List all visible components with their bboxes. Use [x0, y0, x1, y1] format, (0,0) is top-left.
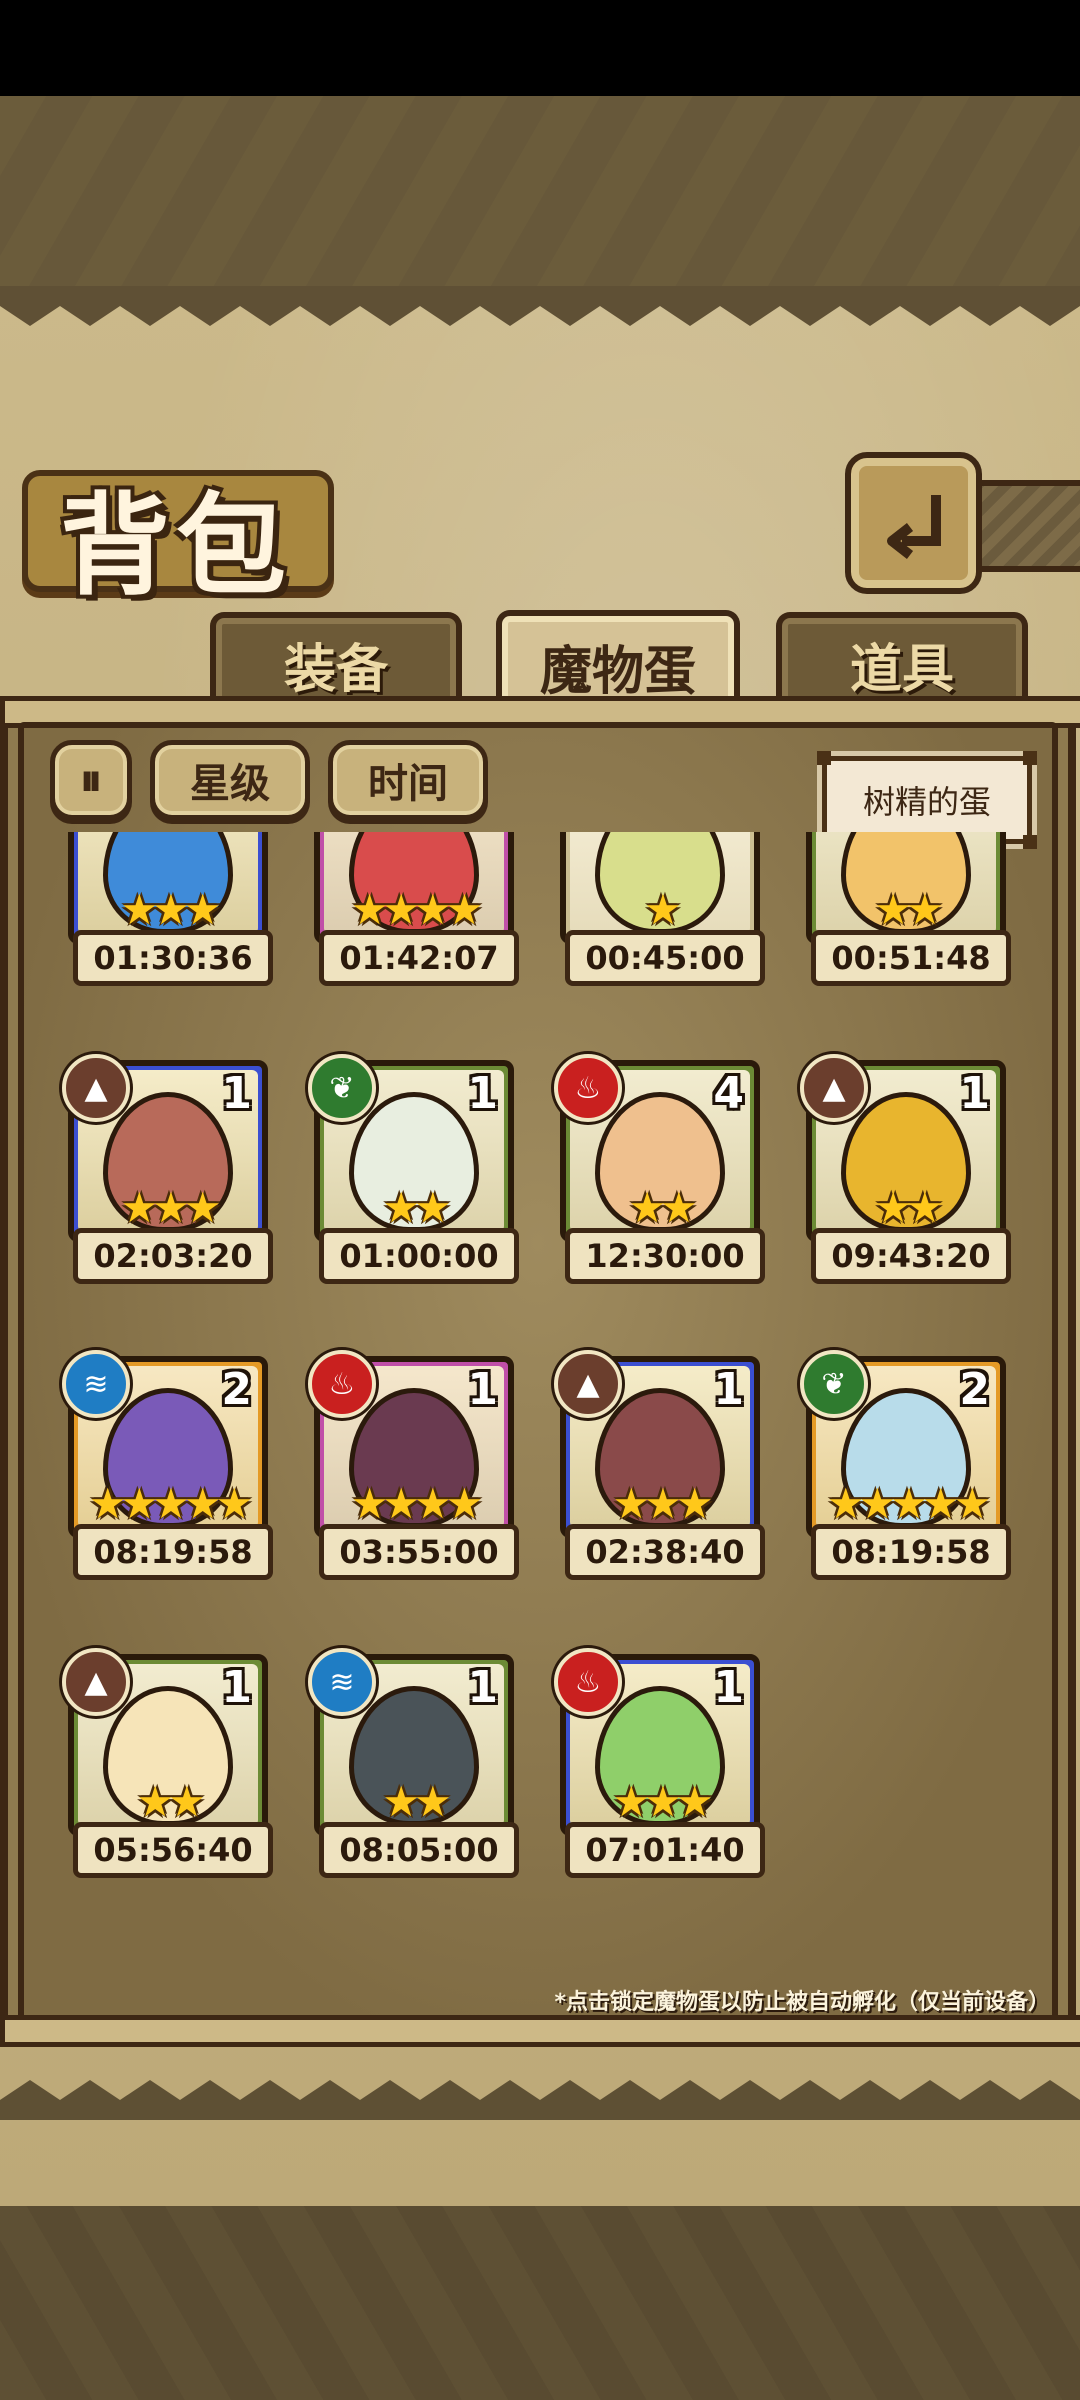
- page-title: 背包: [60, 482, 292, 610]
- egg-grid: 2★★★≋01:30:361★★★★≋01:42:071★❦00:45:001★…: [24, 832, 1044, 2002]
- hatch-timer: 05:56:40: [73, 1822, 273, 1878]
- egg-card[interactable]: 2★★★≋: [68, 832, 268, 944]
- sort-toggle-icon: ⏸: [80, 754, 102, 806]
- egg-card[interactable]: 1★★▲: [806, 832, 1006, 944]
- back-arrow-icon: [886, 495, 941, 559]
- sort-by-star-button[interactable]: 星级: [150, 740, 310, 820]
- wood-element-icon: ❦: [308, 1054, 376, 1122]
- egg-count: 4: [713, 1068, 744, 1119]
- hatch-timer: 01:00:00: [319, 1228, 519, 1284]
- egg-card[interactable]: 4 ★★ ♨: [554, 1054, 760, 1242]
- star-rating: ★★★★: [350, 1479, 484, 1528]
- egg-card[interactable]: 1★★★★≋: [314, 832, 514, 944]
- egg-card[interactable]: 1 ★★ ▲: [62, 1648, 268, 1836]
- egg-count: 1: [713, 1662, 744, 1713]
- star-rating: ★★: [382, 1183, 451, 1232]
- hatch-timer: 08:19:58: [811, 1524, 1011, 1580]
- star-rating: ★★★★★: [88, 1479, 253, 1528]
- earth-element-icon: ▲: [800, 1054, 868, 1122]
- tooltip-corner: [817, 751, 831, 765]
- egg-count: 1: [221, 1662, 252, 1713]
- egg-card[interactable]: 2 ★★★★★ ❦: [800, 1350, 1006, 1538]
- egg-count: 1: [221, 1068, 252, 1119]
- bottom-rail: [0, 2015, 1080, 2047]
- hatch-timer: 12:30:00: [565, 1228, 765, 1284]
- hatch-timer: 01:30:36: [73, 930, 273, 986]
- top-zigzag-edge: [0, 286, 1080, 326]
- star-rating: ★: [644, 885, 682, 934]
- status-bar: [0, 0, 1080, 96]
- hatch-timer: 09:43:20: [811, 1228, 1011, 1284]
- hatch-timer: 00:45:00: [565, 930, 765, 986]
- egg-card[interactable]: 1 ★★★ ▲: [62, 1054, 268, 1242]
- wood-element-icon: ❦: [800, 1350, 868, 1418]
- earth-element-icon: ▲: [62, 1054, 130, 1122]
- egg-count: 1: [467, 1364, 498, 1415]
- top-banner: [0, 96, 1080, 286]
- egg-count: 1: [713, 1364, 744, 1415]
- egg-count: 2: [959, 1364, 990, 1415]
- sort-by-time-button[interactable]: 时间: [328, 740, 488, 820]
- star-rating: ★★★★: [350, 885, 484, 934]
- tooltip-text: 树精的蛋: [862, 783, 991, 821]
- egg-count: 1: [467, 1662, 498, 1713]
- water-element-icon: ≋: [62, 1350, 130, 1418]
- lock-hint-text: *点击锁定魔物蛋以防止被自动孵化（仅当前设备）: [554, 1990, 1050, 2015]
- egg-card[interactable]: 1 ★★★ ▲: [554, 1350, 760, 1538]
- star-rating: ★★: [136, 1777, 205, 1826]
- star-rating: ★★: [382, 1777, 451, 1826]
- egg-card[interactable]: 1 ★★ ❦: [308, 1054, 514, 1242]
- star-rating: ★★: [628, 1183, 697, 1232]
- egg-card[interactable]: 1 ★★★ ♨: [554, 1648, 760, 1836]
- egg-card[interactable]: 2 ★★★★★ ≋: [62, 1350, 268, 1538]
- egg-card[interactable]: 1 ★★ ≋: [308, 1648, 514, 1836]
- hatch-timer: 00:51:48: [811, 930, 1011, 986]
- hatch-timer: 01:42:07: [319, 930, 519, 986]
- egg-name-tooltip: 树精的蛋: [817, 751, 1037, 849]
- egg-card[interactable]: 1 ★★★★ ♨: [308, 1350, 514, 1538]
- hatch-timer: 07:01:40: [565, 1822, 765, 1878]
- egg-count: 2: [221, 1364, 252, 1415]
- star-rating: ★★★: [120, 885, 222, 934]
- star-rating: ★★★: [120, 1183, 222, 1232]
- egg-card[interactable]: 1 ★★ ▲: [800, 1054, 1006, 1242]
- fire-element-icon: ♨: [308, 1350, 376, 1418]
- back-button[interactable]: [845, 452, 982, 594]
- hatch-timer: 02:38:40: [565, 1524, 765, 1580]
- star-rating: ★★★: [612, 1777, 714, 1826]
- hatch-timer: 02:03:20: [73, 1228, 273, 1284]
- earth-element-icon: ▲: [554, 1350, 622, 1418]
- sort-toggle-button[interactable]: ⏸: [50, 740, 132, 820]
- egg-count: 1: [959, 1068, 990, 1119]
- tooltip-corner: [1023, 751, 1037, 765]
- earth-element-icon: ▲: [62, 1648, 130, 1716]
- hatch-timer: 08:05:00: [319, 1822, 519, 1878]
- water-element-icon: ≋: [308, 1648, 376, 1716]
- star-rating: ★★: [874, 885, 943, 934]
- fire-element-icon: ♨: [554, 1648, 622, 1716]
- star-rating: ★★★: [612, 1479, 714, 1528]
- bottom-zigzag-edge: [0, 2080, 1080, 2120]
- fire-element-icon: ♨: [554, 1054, 622, 1122]
- hatch-timer: 08:19:58: [73, 1524, 273, 1580]
- bottom-banner: [0, 2205, 1080, 2400]
- star-rating: ★★: [874, 1183, 943, 1232]
- back-button-rail: [970, 480, 1080, 572]
- egg-count: 1: [467, 1068, 498, 1119]
- star-rating: ★★★★★: [826, 1479, 991, 1528]
- egg-card[interactable]: 1★❦: [560, 832, 760, 944]
- hatch-timer: 03:55:00: [319, 1524, 519, 1580]
